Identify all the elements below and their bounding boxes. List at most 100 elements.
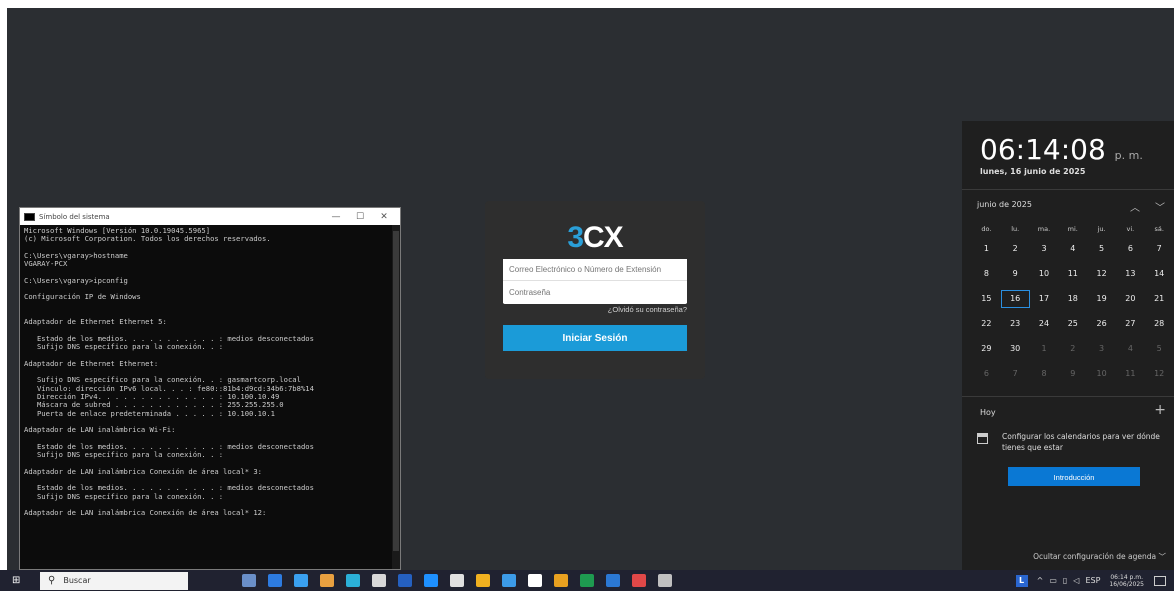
chevron-up-icon[interactable]: ︿ bbox=[1130, 199, 1140, 214]
calendar-day[interactable]: 7 bbox=[1145, 244, 1174, 253]
password-field[interactable] bbox=[503, 281, 687, 303]
calendar-day[interactable]: 25 bbox=[1058, 319, 1087, 328]
minimize-icon[interactable]: — bbox=[324, 212, 348, 222]
calendar-day[interactable]: 7 bbox=[1001, 369, 1030, 378]
calendar-day[interactable]: 6 bbox=[972, 369, 1001, 378]
taskbar-app-icon[interactable] bbox=[294, 574, 308, 587]
calendar-day[interactable]: 4 bbox=[1116, 344, 1145, 353]
taskbar-app-icon[interactable] bbox=[372, 574, 386, 587]
calendar-day[interactable]: 14 bbox=[1145, 269, 1174, 278]
hide-agenda-link[interactable]: Ocultar configuración de agenda ﹀ bbox=[1033, 551, 1166, 562]
add-event-icon[interactable]: + bbox=[1154, 402, 1166, 418]
search-icon: ⚲ bbox=[48, 575, 56, 586]
calendar-day[interactable]: 6 bbox=[1116, 244, 1145, 253]
calendar-day[interactable]: 11 bbox=[1116, 369, 1145, 378]
taskbar-app-icon[interactable] bbox=[580, 574, 594, 587]
taskbar-app-icon[interactable] bbox=[346, 574, 360, 587]
calendar-day[interactable]: 2 bbox=[1058, 344, 1087, 353]
taskbar-app-icon[interactable] bbox=[320, 574, 334, 587]
calendar-day[interactable]: 19 bbox=[1087, 294, 1116, 303]
calendar-day[interactable]: 23 bbox=[1001, 319, 1030, 328]
cmd-line: VGARAY-PCX bbox=[24, 259, 68, 269]
calendar-day[interactable]: 2 bbox=[1001, 244, 1030, 253]
calendar-day[interactable]: 20 bbox=[1116, 294, 1145, 303]
intro-button[interactable]: Introducción bbox=[1008, 467, 1140, 486]
calendar-day[interactable]: 11 bbox=[1058, 269, 1087, 278]
forgot-password-link[interactable]: ¿Olvidó su contraseña? bbox=[608, 305, 687, 314]
close-icon[interactable]: ✕ bbox=[372, 212, 396, 222]
network-icon[interactable]: ▭ bbox=[1049, 576, 1057, 585]
language-indicator[interactable]: ESP bbox=[1085, 576, 1100, 585]
calendar-day[interactable]: 27 bbox=[1116, 319, 1145, 328]
calendar-day[interactable]: 12 bbox=[1145, 369, 1174, 378]
calendar-day[interactable]: 4 bbox=[1058, 244, 1087, 253]
cmd-line: Sufijo DNS específico para la conexión. … bbox=[24, 450, 224, 460]
calendar-day[interactable]: 3 bbox=[1030, 244, 1059, 253]
taskbar-app-icon[interactable] bbox=[268, 574, 282, 587]
email-field[interactable] bbox=[503, 259, 687, 281]
taskbar-app-icon[interactable] bbox=[658, 574, 672, 587]
calendar-day[interactable]: 5 bbox=[1145, 344, 1174, 353]
cmd-line: Sufijo DNS específico para la conexión. … bbox=[24, 491, 224, 501]
calendar-day[interactable]: 3 bbox=[1087, 344, 1116, 353]
calendar-day[interactable]: 15 bbox=[972, 294, 1001, 303]
calendar-day[interactable]: 9 bbox=[1058, 369, 1087, 378]
calendar-day[interactable]: 28 bbox=[1145, 319, 1174, 328]
month-label[interactable]: junio de 2025 bbox=[977, 200, 1032, 209]
calendar-day[interactable]: 29 bbox=[972, 344, 1001, 353]
taskbar-app-icon[interactable] bbox=[424, 574, 438, 587]
signin-button[interactable]: Iniciar Sesión bbox=[503, 325, 687, 351]
taskbar-app-icon[interactable] bbox=[554, 574, 568, 587]
chevron-up-icon[interactable]: ^ bbox=[1037, 576, 1044, 585]
cmd-line: (c) Microsoft Corporation. Todos los der… bbox=[24, 234, 271, 244]
calendar-day[interactable]: 17 bbox=[1030, 294, 1059, 303]
cmd-output[interactable]: Microsoft Windows [Versión 10.0.19045.59… bbox=[20, 225, 400, 519]
cmd-line: Adaptador de Ethernet Ethernet: bbox=[24, 358, 159, 368]
command-prompt-window[interactable]: Símbolo del sistema — ☐ ✕ Microsoft Wind… bbox=[19, 207, 401, 570]
taskbar: ⊞ ⚲ Buscar L ^ ▭ ▯ ◁ ESP 06:14 p.m. 16/0… bbox=[0, 570, 1174, 591]
calendar-day[interactable]: 5 bbox=[1087, 244, 1116, 253]
volume-icon[interactable]: ◁ bbox=[1073, 576, 1079, 585]
calendar-day[interactable]: 16 bbox=[1000, 289, 1030, 308]
calendar-day[interactable]: 12 bbox=[1087, 269, 1116, 278]
weekday-label: ma. bbox=[1037, 224, 1051, 233]
calendar-day[interactable]: 22 bbox=[972, 319, 1001, 328]
taskbar-app-icon[interactable] bbox=[528, 574, 542, 587]
calendar-day[interactable]: 8 bbox=[972, 269, 1001, 278]
taskbar-app-icon[interactable] bbox=[242, 574, 256, 587]
cmd-scrollbar[interactable] bbox=[392, 225, 400, 569]
calendar-day[interactable]: 1 bbox=[1030, 344, 1059, 353]
calendar-day[interactable]: 21 bbox=[1145, 294, 1174, 303]
cmd-line: Adaptador de LAN inalámbrica Conexión de… bbox=[24, 508, 267, 518]
taskbar-app-icon[interactable] bbox=[502, 574, 516, 587]
cmd-scrollbar-thumb[interactable] bbox=[393, 231, 399, 551]
notifications-icon[interactable] bbox=[1154, 575, 1166, 586]
calendar-day[interactable]: 18 bbox=[1058, 294, 1087, 303]
tray-app-badge[interactable]: L bbox=[1015, 574, 1028, 587]
taskbar-app-icon[interactable] bbox=[398, 574, 412, 587]
calendar-day[interactable]: 10 bbox=[1030, 269, 1059, 278]
weekday-label: sá. bbox=[1154, 224, 1164, 233]
chat-icon[interactable]: ▯ bbox=[1063, 576, 1067, 585]
chevron-down-icon[interactable]: ﹀ bbox=[1155, 199, 1165, 214]
taskbar-app-icon[interactable] bbox=[450, 574, 464, 587]
maximize-icon[interactable]: ☐ bbox=[348, 212, 372, 222]
weekday-label: mi. bbox=[1067, 224, 1078, 233]
clock-date[interactable]: lunes, 16 junio de 2025 bbox=[980, 167, 1085, 176]
calendar-day[interactable]: 13 bbox=[1116, 269, 1145, 278]
cmd-titlebar[interactable]: Símbolo del sistema — ☐ ✕ bbox=[20, 208, 400, 225]
calendar-day[interactable]: 10 bbox=[1087, 369, 1116, 378]
taskbar-app-icons bbox=[236, 574, 678, 587]
taskbar-app-icon[interactable] bbox=[606, 574, 620, 587]
windows-start-icon[interactable]: ⊞ bbox=[12, 575, 28, 587]
tray-clock[interactable]: 06:14 p.m. 16/06/2025 bbox=[1109, 574, 1144, 588]
calendar-day[interactable]: 1 bbox=[972, 244, 1001, 253]
calendar-day[interactable]: 24 bbox=[1030, 319, 1059, 328]
calendar-day[interactable]: 8 bbox=[1030, 369, 1059, 378]
calendar-day[interactable]: 30 bbox=[1001, 344, 1030, 353]
taskbar-app-icon[interactable] bbox=[632, 574, 646, 587]
calendar-day[interactable]: 9 bbox=[1001, 269, 1030, 278]
search-box[interactable]: ⚲ Buscar bbox=[40, 571, 188, 590]
taskbar-app-icon[interactable] bbox=[476, 574, 490, 587]
calendar-day[interactable]: 26 bbox=[1087, 319, 1116, 328]
